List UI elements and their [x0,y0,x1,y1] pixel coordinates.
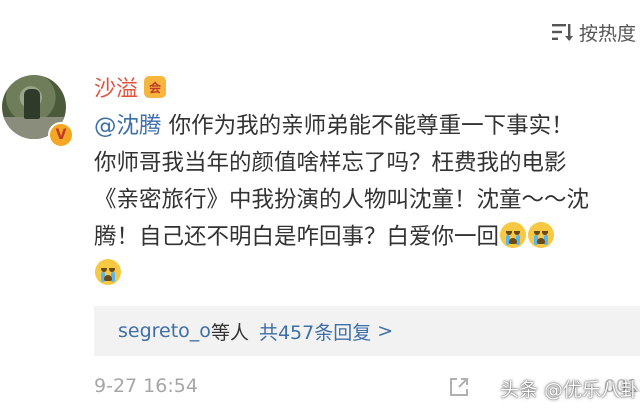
comment-line-5 [94,256,634,293]
replies-summary[interactable]: segreto_o 等人 共457条回复 > [94,306,640,356]
comment-line-1: @沈腾 你作为我的亲师弟能不能尊重一下事实！ [94,108,634,145]
sort-by-hot-button[interactable]: 按热度 [551,18,640,46]
share-icon[interactable] [448,376,470,398]
reply-users-link[interactable]: segreto_o [118,320,211,342]
comment-line-1-text: 你作为我的亲师弟能不能尊重一下事实！ [161,113,574,139]
sort-label: 按热度 [578,22,636,45]
comment-line-4-text: 腾！自己还不明白是咋回事？白爱你一回 [94,224,500,250]
reply-users-suffix: 等人 [210,321,249,344]
watermark: 头条 @优乐八卦 [500,378,640,401]
chevron-right-icon[interactable]: > [377,320,393,342]
crying-emoji-icon [95,259,121,285]
comment-timestamp: 9-27 16:54 [94,375,198,397]
crying-emoji-icon [528,222,555,248]
comment-author[interactable]: 沙溢 会 [94,71,167,103]
comment-text: @沈腾 你作为我的亲师弟能不能尊重一下事实！ 你师哥我当年的颜值啥样忘了吗？枉费… [94,108,634,293]
author-name[interactable]: 沙溢 [94,71,138,103]
v-verified-badge: V [48,122,74,148]
vip-member-icon: 会 [144,76,167,98]
comment-line-4: 腾！自己还不明白是咋回事？白爱你一回 [94,219,634,256]
sort-icon [551,24,573,41]
mention-link[interactable]: @沈腾 [94,113,162,139]
view-replies-link[interactable]: 共457条回复 [259,318,371,345]
comment-line-2: 你师哥我当年的颜值啥样忘了吗？枉费我的电影 [94,150,567,176]
comment-line-3: 《亲密旅行》中我扮演的人物叫沈童！沈童～～沈 [94,187,590,213]
crying-emoji-icon [500,222,527,248]
